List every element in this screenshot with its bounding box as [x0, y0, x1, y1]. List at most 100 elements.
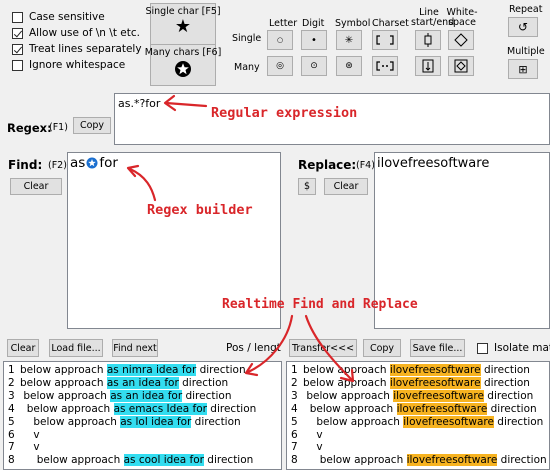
many-charset-button[interactable]: [372, 56, 398, 76]
line-number: 3: [8, 389, 15, 402]
text-line: 5 below approach as lol idea for directi…: [8, 415, 241, 428]
text-line: 3 below approach as an idea for directio…: [8, 389, 232, 402]
find-label: Find:: [8, 158, 43, 172]
match-highlight: as lol idea for: [120, 415, 192, 428]
regex-annotation: Regular expression: [211, 105, 358, 121]
match-highlight: ilovefreesoftware: [406, 454, 498, 467]
match-highlight: as nimra idea for: [106, 364, 197, 376]
case-sensitive-checkbox[interactable]: Case sensitive: [12, 11, 105, 23]
line-text: below approach: [303, 376, 390, 389]
many-whitespace-button[interactable]: [448, 56, 474, 76]
line-text: below approach: [26, 402, 114, 415]
line-number: 2: [291, 376, 298, 389]
many-chars-button[interactable]: Many chars [F6]: [145, 44, 221, 86]
repeat-button[interactable]: ↺: [508, 17, 538, 37]
many-line-button[interactable]: [415, 56, 441, 76]
find-hotkey: (F2): [48, 160, 67, 171]
allow-escapes-box[interactable]: [12, 27, 23, 39]
treat-lines-box[interactable]: [12, 43, 23, 55]
text-line: 4 below approach ilovefreesoftware direc…: [291, 402, 537, 415]
match-highlight: as an idea for: [106, 376, 179, 389]
isolate-matches-label: Isolate matc: [494, 342, 550, 354]
grid-icon: ⊞: [518, 62, 528, 76]
text-line: 7 v: [8, 441, 40, 453]
line-text: below approach: [36, 454, 124, 467]
ignore-whitespace-checkbox[interactable]: Ignore whitespace: [12, 59, 125, 71]
case-sensitive-label: Case sensitive: [29, 11, 105, 23]
single-letter-button[interactable]: ○: [267, 30, 293, 50]
row-many-label: Many: [234, 62, 260, 73]
line-text: below approach: [316, 415, 404, 428]
line-text-tail: direction: [493, 415, 544, 428]
single-whitespace-button[interactable]: [448, 30, 474, 50]
single-char-button[interactable]: Single char [F5] ★: [145, 3, 221, 45]
line-text: v: [316, 428, 323, 441]
line-number: 8: [291, 454, 298, 467]
match-highlight: as cool idea for: [123, 454, 204, 467]
many-digit-button[interactable]: ⊙: [301, 56, 327, 76]
ignore-whitespace-box[interactable]: [12, 59, 23, 71]
replace-value: ilovefreesoftware: [377, 156, 490, 171]
isolate-matches-checkbox[interactable]: Isolate matc: [477, 342, 550, 354]
insert-dollar-button[interactable]: $: [298, 178, 316, 195]
line-text: v: [33, 428, 40, 441]
col-letter-label: Letter: [269, 18, 298, 29]
match-highlight: ilovefreesoftware: [389, 364, 481, 376]
text-line: 8 below approach ilovefreesoftware direc…: [291, 454, 547, 467]
transfer-button[interactable]: Transfer<<<: [289, 339, 357, 357]
regex-copy-button[interactable]: Copy: [73, 117, 111, 134]
asterisk-circle-icon: ⊛: [345, 61, 353, 71]
line-text-tail: direction: [191, 415, 241, 428]
regex-label: Regex:: [7, 121, 52, 135]
find-clear-button[interactable]: Clear: [10, 178, 62, 195]
line-text: below approach: [306, 389, 394, 402]
match-highlight: ilovefreesoftware: [389, 376, 481, 389]
line-number: 1: [291, 364, 298, 376]
multiple-button[interactable]: ⊞: [508, 59, 538, 79]
find-next-button[interactable]: Find next: [112, 339, 158, 357]
case-sensitive-box[interactable]: [12, 11, 23, 23]
many-symbol-button[interactable]: ⊛: [336, 56, 362, 76]
find-value-end: for: [99, 155, 118, 171]
line-edge-icon: [424, 33, 432, 47]
center-annotation: Realtime Find and Replace: [222, 297, 418, 312]
star-token-icon: [86, 157, 98, 169]
input-clear-button[interactable]: Clear: [7, 339, 39, 357]
line-number: 6: [8, 428, 15, 441]
output-copy-button[interactable]: Copy: [363, 339, 401, 357]
allow-escapes-checkbox[interactable]: Allow use of \n \t etc.: [12, 27, 140, 39]
match-highlight: as an idea for: [110, 389, 183, 402]
text-line: 3 below approach ilovefreesoftware direc…: [291, 389, 533, 402]
isolate-matches-box[interactable]: [477, 342, 488, 354]
line-text: below approach: [309, 402, 397, 415]
line-number: 8: [8, 454, 15, 467]
match-highlight: ilovefreesoftware: [396, 402, 488, 415]
single-charset-button[interactable]: [372, 30, 398, 50]
col-symbol-label: Symbol: [335, 18, 371, 29]
single-digit-button[interactable]: •: [301, 30, 327, 50]
multiple-label: Multiple: [507, 46, 545, 57]
treat-lines-checkbox[interactable]: Treat lines separately: [12, 43, 142, 55]
many-letter-button[interactable]: ◎: [267, 56, 293, 76]
output-text-pane[interactable]: 1 below approach ilovefreesoftware direct…: [286, 361, 550, 470]
load-file-button[interactable]: Load file...: [49, 339, 103, 357]
line-number: 5: [291, 415, 298, 428]
single-line-button[interactable]: [415, 30, 441, 50]
line-number: 4: [291, 402, 298, 415]
line-text-tail: direction: [203, 454, 254, 467]
text-line: 1 below approach as nimra idea for direct…: [8, 364, 246, 376]
dot-circle-icon: ⊙: [310, 61, 318, 71]
many-chars-label: Many chars [F6]: [144, 47, 222, 58]
text-line: 8 below approach as cool idea for direct…: [8, 454, 254, 467]
single-symbol-button[interactable]: ✳: [336, 30, 362, 50]
double-circle-icon: ◎: [276, 61, 284, 71]
find-value-start: as: [70, 155, 86, 171]
replace-clear-button[interactable]: Clear: [324, 178, 368, 195]
line-number: 5: [8, 415, 15, 428]
save-file-button[interactable]: Save file...: [410, 339, 465, 357]
line-text-tail: direction: [196, 364, 246, 376]
input-text-pane[interactable]: 1 below approach as nimra idea for direct…: [3, 361, 282, 470]
